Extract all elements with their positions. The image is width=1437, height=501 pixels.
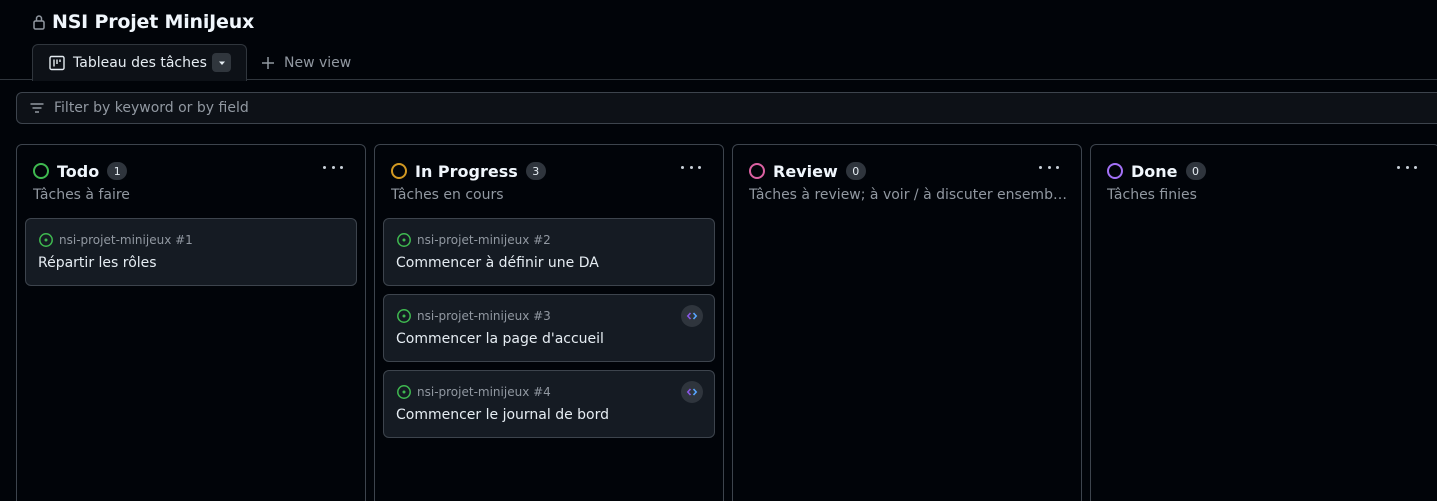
kebab-dot-icon bbox=[681, 165, 684, 169]
card-title[interactable]: Répartir les rôles bbox=[38, 255, 157, 271]
kebab-dot-icon bbox=[1397, 165, 1400, 169]
kebab-dot-icon bbox=[698, 165, 701, 169]
kebab-dot-icon bbox=[1047, 165, 1051, 169]
card-title[interactable]: Commencer le journal de bord bbox=[396, 407, 609, 423]
column-count-badge: 1 bbox=[107, 162, 128, 180]
card-title[interactable]: Commencer la page d'accueil bbox=[396, 331, 604, 347]
tab-tableau-des-taches[interactable]: Tableau des tâches bbox=[32, 44, 247, 81]
filter-placeholder: Filter by keyword or by field bbox=[54, 100, 249, 116]
issue-opened-icon bbox=[39, 233, 53, 247]
kebab-dot-icon bbox=[340, 165, 343, 169]
issue-card[interactable]: nsi-projet-minijeux #3 Commencer la page… bbox=[383, 294, 715, 362]
filter-input[interactable]: Filter by keyword or by field bbox=[16, 92, 1437, 124]
triangle-down-icon bbox=[218, 61, 225, 65]
code-icon bbox=[686, 388, 698, 396]
linked-pr-badge[interactable] bbox=[681, 381, 703, 403]
plus-icon bbox=[262, 57, 274, 69]
card-repo-ref: nsi-projet-minijeux #3 bbox=[417, 309, 551, 323]
column-description: Tâches en cours bbox=[391, 187, 504, 203]
lock-icon bbox=[33, 15, 45, 30]
issue-opened-icon bbox=[397, 309, 411, 323]
column-header: Done 0 bbox=[1107, 161, 1206, 181]
status-circle-icon bbox=[1107, 163, 1123, 179]
new-view-label: New view bbox=[284, 55, 352, 71]
column-name: Done bbox=[1131, 161, 1178, 181]
card-meta: nsi-projet-minijeux #1 bbox=[38, 232, 193, 248]
kebab-dot-icon bbox=[1056, 165, 1059, 169]
kebab-dot-icon bbox=[331, 165, 335, 169]
card-title[interactable]: Commencer à définir une DA bbox=[396, 255, 599, 271]
kebab-dot-icon bbox=[323, 165, 326, 169]
column-menu-button[interactable] bbox=[681, 159, 701, 175]
column-description: Tâches à faire bbox=[33, 187, 130, 203]
page-title: NSI Projet MiniJeux bbox=[52, 11, 255, 33]
issue-opened-icon bbox=[397, 233, 411, 247]
issue-card[interactable]: nsi-projet-minijeux #2 Commencer à défin… bbox=[383, 218, 715, 286]
tab-options-button[interactable] bbox=[212, 53, 231, 72]
status-circle-icon bbox=[33, 163, 49, 179]
column-todo: Todo 1 Tâches à faire nsi-projet-minijeu… bbox=[16, 144, 366, 501]
column-name: In Progress bbox=[415, 161, 518, 181]
column-header: Review 0 bbox=[749, 161, 866, 181]
column-menu-button[interactable] bbox=[1039, 159, 1059, 175]
card-repo-ref: nsi-projet-minijeux #2 bbox=[417, 233, 551, 247]
kebab-dot-icon bbox=[1414, 165, 1417, 169]
column-done: Done 0 Tâches finies bbox=[1090, 144, 1437, 501]
card-meta: nsi-projet-minijeux #4 bbox=[396, 384, 551, 400]
status-circle-icon bbox=[749, 163, 765, 179]
tab-label: Tableau des tâches bbox=[73, 55, 207, 71]
new-view-button[interactable]: New view bbox=[261, 52, 351, 74]
column-name: Review bbox=[773, 161, 838, 181]
status-circle-icon bbox=[391, 163, 407, 179]
column-name: Todo bbox=[57, 161, 100, 181]
column-header: Todo 1 bbox=[33, 161, 128, 181]
column-menu-button[interactable] bbox=[1397, 159, 1417, 175]
column-description: Tâches finies bbox=[1107, 187, 1197, 203]
code-icon bbox=[686, 312, 698, 320]
filter-icon bbox=[30, 103, 44, 113]
linked-pr-badge[interactable] bbox=[681, 305, 703, 327]
kebab-dot-icon bbox=[1405, 165, 1409, 169]
board-icon bbox=[49, 55, 65, 71]
column-header: In Progress 3 bbox=[391, 161, 546, 181]
column-description: Tâches à review; à voir / à discuter ens… bbox=[749, 187, 1067, 203]
issue-card[interactable]: nsi-projet-minijeux #4 Commencer le jour… bbox=[383, 370, 715, 438]
kebab-dot-icon bbox=[1039, 165, 1042, 169]
column-menu-button[interactable] bbox=[323, 159, 343, 175]
card-repo-ref: nsi-projet-minijeux #1 bbox=[59, 233, 193, 247]
card-meta: nsi-projet-minijeux #2 bbox=[396, 232, 551, 248]
column-count-badge: 3 bbox=[525, 162, 546, 180]
title-row: NSI Projet MiniJeux bbox=[32, 8, 254, 36]
column-count-badge: 0 bbox=[1185, 162, 1206, 180]
column-count-badge: 0 bbox=[845, 162, 866, 180]
project-header: NSI Projet MiniJeux Tableau des tâches N… bbox=[0, 0, 1437, 81]
issue-opened-icon bbox=[397, 385, 411, 399]
card-meta: nsi-projet-minijeux #3 bbox=[396, 308, 551, 324]
column-in-progress: In Progress 3 Tâches en cours nsi-projet… bbox=[374, 144, 724, 501]
issue-card[interactable]: nsi-projet-minijeux #1 Répartir les rôle… bbox=[25, 218, 357, 286]
card-repo-ref: nsi-projet-minijeux #4 bbox=[417, 385, 551, 399]
column-review: Review 0 Tâches à review; à voir / à dis… bbox=[732, 144, 1082, 501]
kebab-dot-icon bbox=[689, 165, 693, 169]
